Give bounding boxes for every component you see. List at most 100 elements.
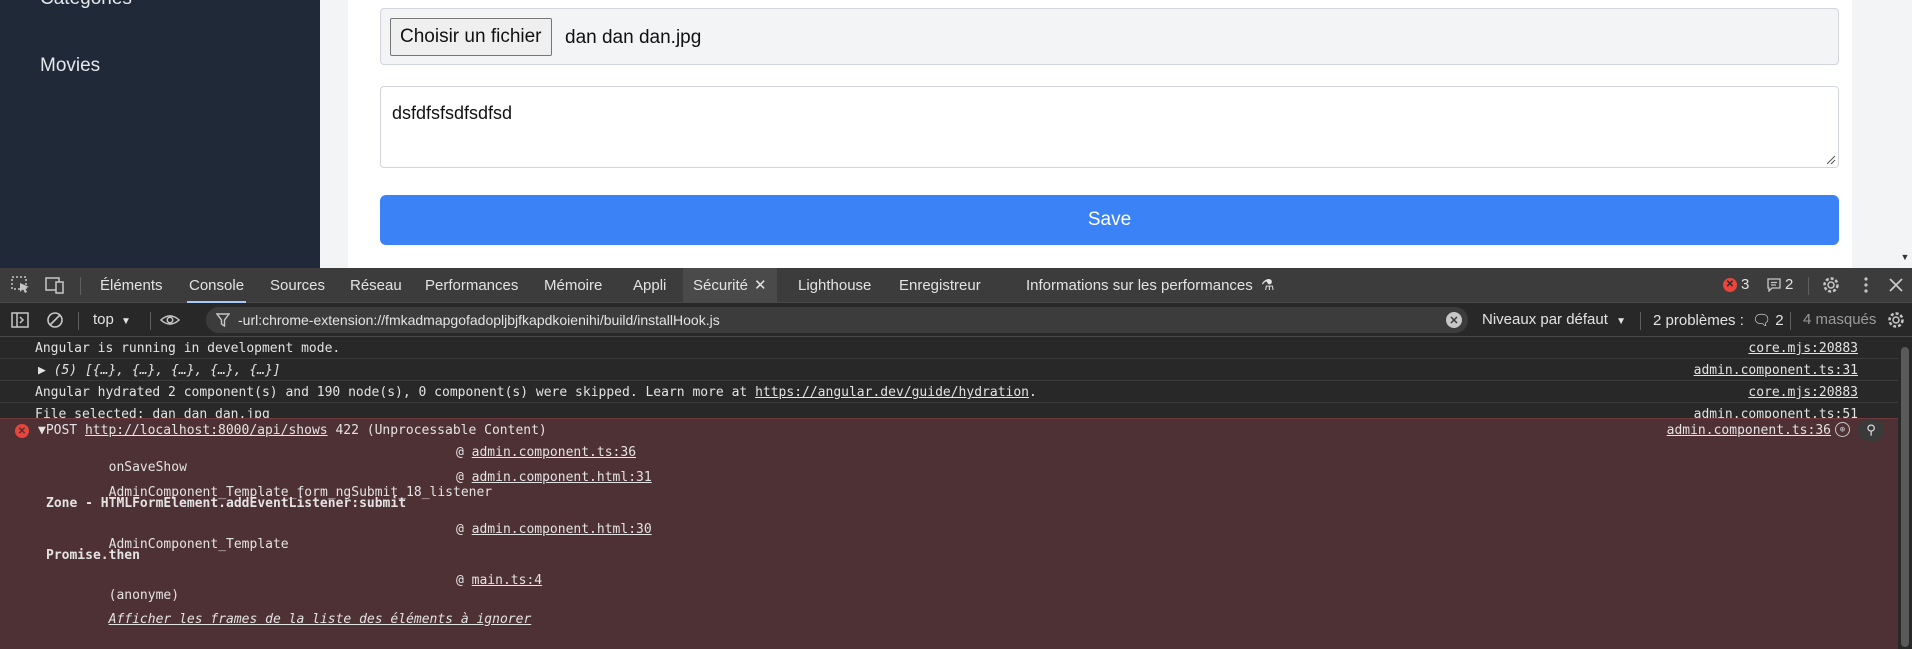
tab-separator	[80, 277, 81, 295]
inspect-element-icon[interactable]	[10, 275, 32, 295]
message-counter[interactable]: 2	[1767, 276, 1793, 293]
network-icon[interactable]: ⊕	[1835, 422, 1850, 437]
context-label: top	[93, 311, 114, 328]
filter-icon	[216, 313, 230, 327]
ignore-list-link[interactable]: Afficher les frames de la liste des élém…	[109, 612, 532, 627]
devtools-tabbar: Éléments Console Sources Réseau Performa…	[0, 268, 1912, 303]
source-link[interactable]: admin.component.ts:31	[1694, 363, 1858, 378]
more-options-icon[interactable]	[1855, 275, 1877, 295]
issues-button[interactable]: 2 problèmes : 🗨 2	[1653, 311, 1784, 329]
tab-recorder[interactable]: Enregistreur	[897, 268, 983, 303]
eye-icon[interactable]	[160, 310, 180, 330]
error-header[interactable]: ▼POST http://localhost:8000/api/shows 42…	[38, 423, 547, 438]
stack-at: @	[456, 470, 464, 485]
scrollbar-thumb[interactable]	[1901, 347, 1909, 647]
message-count: 2	[1785, 276, 1794, 293]
console-message: Angular hydrated 2 component(s) and 190 …	[35, 385, 1037, 400]
stack-link[interactable]: admin.component.html:31	[472, 470, 652, 485]
message-icon	[1767, 277, 1781, 292]
tab-sources[interactable]: Sources	[268, 268, 327, 303]
gear-icon[interactable]	[1820, 275, 1842, 295]
console-settings-gear-icon[interactable]	[1886, 310, 1906, 330]
stack-location: @ main.ts:4	[456, 573, 542, 588]
toolbar-separator	[1790, 312, 1791, 330]
error-counter[interactable]: ✕ 3	[1723, 276, 1749, 293]
sidebar-item-movies[interactable]: Movies	[40, 55, 100, 77]
tab-separator	[1808, 277, 1809, 295]
toolbar-separator	[78, 312, 79, 330]
error-icon: ✕	[15, 424, 29, 438]
source-link[interactable]: core.mjs:20883	[1748, 341, 1858, 356]
console-toolbar: top ▼ -url:chrome-extension://fmkadmapgo…	[0, 303, 1912, 337]
show-ignored-frames-link[interactable]: Afficher les frames de la liste des élém…	[46, 597, 532, 642]
error-status: 422 (Unprocessable Content)	[335, 423, 547, 438]
close-icon[interactable]: ✕	[754, 277, 767, 294]
scroll-down-arrow-icon[interactable]: ▼	[1898, 252, 1912, 266]
tab-console[interactable]: Console	[187, 268, 247, 303]
device-toolbar-icon[interactable]	[44, 275, 66, 295]
tab-application[interactable]: Appli	[631, 268, 668, 303]
message-text-end: .	[1029, 385, 1037, 400]
hydration-link[interactable]: https://angular.dev/guide/hydration	[755, 385, 1029, 400]
ai-insights-icon[interactable]: ⚲	[1858, 419, 1884, 441]
clear-console-icon[interactable]	[45, 310, 65, 330]
devtools-panel: Éléments Console Sources Réseau Performa…	[0, 268, 1912, 649]
clear-filter-icon[interactable]: ✕	[1446, 312, 1462, 328]
error-message: ✕ ▼POST http://localhost:8000/api/shows …	[0, 418, 1898, 649]
hidden-messages-count: 4 masqués	[1803, 311, 1877, 328]
stack-location: @ admin.component.ts:36	[456, 445, 636, 460]
resize-grip-icon[interactable]	[1826, 155, 1836, 165]
tab-memory[interactable]: Mémoire	[542, 268, 604, 303]
error-icon: ✕	[1723, 277, 1737, 292]
error-url-link[interactable]: http://localhost:8000/api/shows	[85, 423, 328, 438]
error-method[interactable]: ▼POST	[38, 423, 77, 438]
stack-link[interactable]: main.ts:4	[472, 573, 542, 588]
message-text: Angular hydrated 2 component(s) and 190 …	[35, 385, 756, 400]
file-input[interactable]: Choisir un fichier dan dan dan.jpg	[380, 8, 1839, 65]
message-icon: 🗨	[1752, 312, 1772, 329]
tab-elements[interactable]: Éléments	[98, 268, 165, 303]
console-message[interactable]: ▶ (5) [{…}, {…}, {…}, {…}, {…}]	[38, 363, 281, 378]
console-line: Angular hydrated 2 component(s) and 190 …	[0, 381, 1898, 403]
console-message: Angular is running in development mode.	[35, 341, 341, 356]
toolbar-separator	[150, 312, 151, 330]
app-area: Catégories Movies Choisir un fichier dan…	[0, 0, 1912, 268]
problems-count: 2	[1775, 312, 1784, 329]
stack-link[interactable]: admin.component.ts:36	[472, 445, 636, 460]
console-filter-input[interactable]: -url:chrome-extension://fmkadmapgofadopl…	[206, 307, 1468, 333]
tab-performance-insights-label: Informations sur les performances	[1026, 277, 1253, 294]
tab-lighthouse[interactable]: Lighthouse	[796, 268, 873, 303]
stack-frame-async: Promise.then	[46, 548, 140, 563]
context-selector[interactable]: top ▼	[93, 311, 131, 328]
tab-performance[interactable]: Performances	[423, 268, 520, 303]
source-link[interactable]: admin.component.ts:36	[1667, 423, 1831, 438]
textarea-value: dsfdfsfsdfsdfsd	[392, 103, 513, 123]
stack-location: @ admin.component.html:30	[456, 522, 652, 537]
console-line[interactable]: ▶ (5) [{…}, {…}, {…}, {…}, {…}] admin.co…	[0, 359, 1898, 381]
problems-label: 2 problèmes :	[1653, 312, 1744, 329]
sidebar: Catégories Movies	[0, 0, 320, 268]
save-button[interactable]: Save	[380, 195, 1839, 245]
tab-security[interactable]: Sécurité ✕	[683, 268, 777, 303]
console-scrollbar[interactable]	[1898, 337, 1912, 649]
stack-link[interactable]: admin.component.html:30	[472, 522, 652, 537]
stack-at: @	[456, 522, 464, 537]
log-levels-dropdown[interactable]: Niveaux par défaut ▼	[1482, 311, 1626, 328]
sidebar-toggle-icon[interactable]	[10, 310, 30, 330]
description-textarea[interactable]: dsfdfsfsdfsdfsd	[380, 86, 1839, 168]
console-output: Angular is running in development mode. …	[0, 337, 1898, 649]
log-levels-label: Niveaux par défaut	[1482, 311, 1608, 328]
toolbar-separator	[1640, 312, 1641, 330]
close-devtools-icon[interactable]	[1885, 275, 1907, 295]
stack-frame-async: Zone - HTMLFormElement.addEventListener:…	[46, 496, 407, 511]
source-link[interactable]: core.mjs:20883	[1748, 385, 1858, 400]
flask-icon: ⚗	[1260, 277, 1275, 294]
selected-file-name: dan dan dan.jpg	[565, 27, 702, 48]
tab-performance-insights[interactable]: Informations sur les performances ⚗	[1024, 268, 1276, 303]
stack-at: @	[456, 573, 464, 588]
stack-at: @	[456, 445, 464, 460]
tab-network[interactable]: Réseau	[348, 268, 404, 303]
error-count: 3	[1741, 276, 1750, 293]
sidebar-item-categories[interactable]: Catégories	[40, 0, 132, 10]
choose-file-button[interactable]: Choisir un fichier	[390, 18, 552, 56]
